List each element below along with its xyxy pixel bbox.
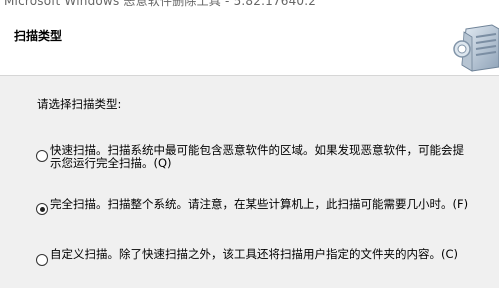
scanner-wizard-icon [453, 24, 499, 72]
window-title: Microsoft Windows 恶意软件删除工具 - 5.82.17640.… [4, 0, 317, 8]
quick-scan-label[interactable]: 快速扫描。扫描系统中最可能包含恶意软件的区域。如果发现恶意软件，可能会提示您运行… [50, 144, 475, 170]
wizard-header: 扫描类型 [0, 8, 499, 76]
full-scan-label[interactable]: 完全扫描。扫描整个系统。请注意，在某些计算机上，此扫描可能需要几小时。(F) [50, 198, 475, 211]
full-scan-radio[interactable] [36, 203, 48, 215]
custom-scan-label[interactable]: 自定义扫描。除了快速扫描之外，该工具还将扫描用户指定的文件夹的内容。(C) [50, 248, 475, 261]
page-title: 扫描类型 [14, 29, 63, 43]
wizard-content: 请选择扫描类型: 快速扫描。扫描系统中最可能包含恶意软件的区域。如果发现恶意软件… [0, 76, 499, 288]
scan-type-instruction: 请选择扫描类型: [37, 97, 122, 111]
custom-scan-radio[interactable] [36, 254, 48, 266]
quick-scan-radio[interactable] [36, 150, 48, 162]
title-bar: Microsoft Windows 恶意软件删除工具 - 5.82.17640.… [0, 0, 499, 8]
